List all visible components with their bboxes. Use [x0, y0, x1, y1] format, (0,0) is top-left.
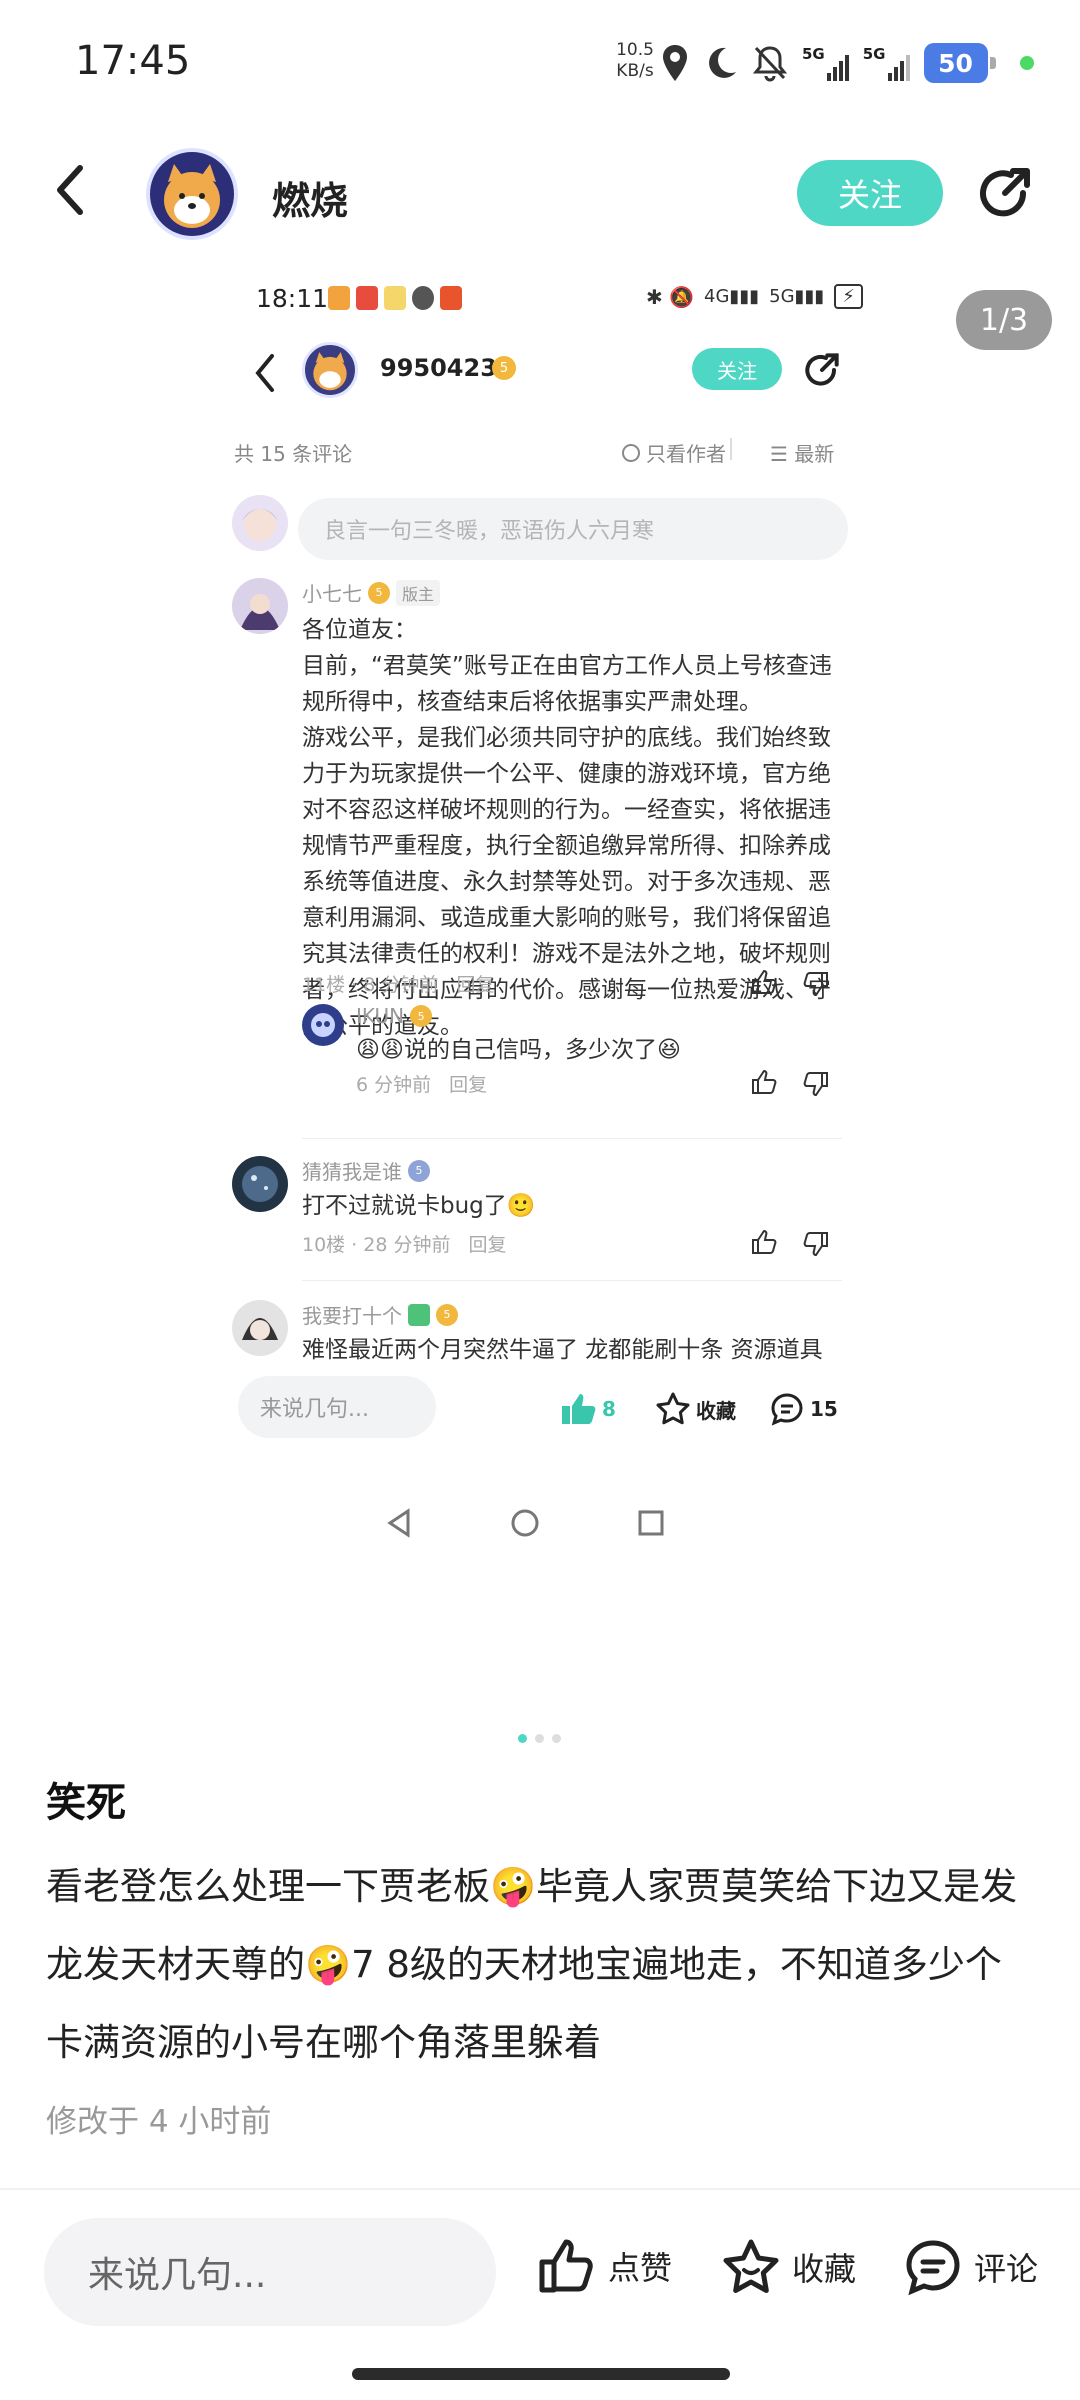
- post-image[interactable]: 18:11 ✱ 🔕 4G▮▮▮ 5G▮▮▮ ⚡ 9950423 5 关注 共 15 条…: [210, 270, 870, 1730]
- anime-avatar-icon: [242, 509, 278, 541]
- home-indicator[interactable]: [352, 2368, 730, 2380]
- inner-likes: 8: [560, 1392, 616, 1426]
- reply-text: 😩😩说的自己信吗，多少次了😆: [356, 1037, 681, 1063]
- thumbs-up-icon: [752, 1069, 777, 1094]
- dot: [535, 1734, 544, 1743]
- thumbs-up-filled-icon: [562, 1394, 596, 1424]
- anime-avatar-icon: [240, 594, 280, 630]
- robot-avatar-icon: [311, 1013, 335, 1037]
- comment-meta: 11楼 · 8 分钟前 回复: [302, 974, 495, 996]
- nav-home-icon: [511, 1509, 539, 1537]
- inner-comment-input: 良言一句三冬暖，恶语伤人六月寒: [298, 498, 848, 560]
- comment-input[interactable]: 来说几句...: [44, 2218, 496, 2326]
- inner-author-name: 9950423: [380, 354, 497, 382]
- status-icons: 5G 5G 50: [660, 38, 1034, 88]
- back-arrow-icon[interactable]: [50, 160, 90, 220]
- status-time: 17:45: [75, 38, 191, 84]
- thumbs-down-icon: [803, 972, 828, 997]
- inner-my-avatar: [232, 495, 288, 551]
- sort-icon: ☰: [770, 442, 795, 466]
- comment-author: 我要打十个 5: [302, 1300, 458, 1329]
- inner-comments: 15: [770, 1392, 838, 1426]
- mute-bell-icon: [752, 46, 788, 82]
- inner-sort-latest: ☰ 最新: [770, 442, 835, 466]
- share-icon[interactable]: [975, 163, 1035, 223]
- comment-author: 小七七 5 版主: [302, 578, 441, 607]
- post-title: 笑死: [46, 1780, 126, 1826]
- level-badge: 5: [408, 1159, 430, 1182]
- inner-nav-bar: [384, 1508, 666, 1538]
- author-avatar[interactable]: [146, 148, 238, 240]
- thumbs-up-icon: [752, 969, 777, 994]
- dot: [552, 1734, 561, 1743]
- bottom-divider: [0, 2188, 1080, 2190]
- inner-back-icon: [255, 354, 274, 392]
- inner-filter-author: 只看作者: [622, 438, 726, 467]
- moderator-tag: 版主: [396, 579, 441, 606]
- comment-divider: [302, 1138, 842, 1139]
- dot-active: [518, 1734, 527, 1743]
- comment-avatar: [232, 1300, 288, 1356]
- inner-fav: 收藏: [656, 1392, 736, 1426]
- favorite-button[interactable]: 收藏: [722, 2238, 856, 2296]
- inner-status-time: 18:11: [256, 284, 329, 313]
- image-pager: 1/3: [956, 290, 1052, 350]
- status-dot: [1019, 56, 1034, 70]
- thumbs-up-icon: [539, 2239, 593, 2293]
- badge-icon: [408, 1303, 430, 1326]
- shiba-avatar-icon: [164, 164, 220, 228]
- nav-recent-icon: [638, 1510, 664, 1536]
- inner-level-badge: 5: [492, 356, 516, 380]
- inner-status-right: ✱ 🔕 4G▮▮▮ 5G▮▮▮ ⚡: [646, 284, 863, 309]
- comment-meta: 10楼 · 28 分钟前 回复: [302, 1234, 507, 1256]
- like-button[interactable]: 点赞: [538, 2238, 672, 2294]
- person-avatar-icon: [242, 1318, 278, 1340]
- galaxy-avatar-icon: [242, 1166, 278, 1202]
- comment-avatar: [232, 578, 288, 634]
- inner-comment-total: 共 15 条评论: [234, 442, 353, 466]
- moon-icon: [709, 47, 736, 78]
- reply-meta: 6 分钟前 回复: [356, 1074, 488, 1096]
- inner-follow-button: 关注: [692, 348, 782, 390]
- shiba-avatar-icon: [313, 352, 347, 391]
- comment-avatar: [232, 1156, 288, 1212]
- comment-bubble-icon: [771, 1393, 803, 1426]
- signal-1: 5G: [802, 45, 849, 81]
- network-speed-value: 10.5: [616, 40, 654, 60]
- location-icon: [663, 45, 687, 81]
- comment-author: 猜猜我是谁 5: [302, 1156, 430, 1185]
- comment-bubble-icon: [906, 2240, 960, 2296]
- image-dots: [518, 1734, 561, 1743]
- thumbs-down-icon: [803, 1072, 828, 1097]
- network-speed-unit: KB/s: [616, 61, 654, 81]
- post-body: 看老登怎么处理一下贾老板🤪毕竟人家贾莫笑给下边又是发龙发天材天尊的🤪7 8级的天…: [46, 1865, 1018, 2064]
- inner-share-icon: [805, 353, 839, 386]
- post-edited-time: 修改于 4 小时前: [46, 2104, 272, 2140]
- comment-text: 打不过就说卡bug了🙂: [302, 1193, 536, 1219]
- signal-2: 5G: [863, 45, 910, 81]
- author-name[interactable]: 燃烧: [272, 170, 348, 225]
- nav-back-icon: [387, 1508, 410, 1538]
- inner-status-app-icons: [328, 286, 462, 310]
- follow-button[interactable]: 关注: [797, 160, 943, 226]
- battery-icon: 50: [923, 43, 996, 83]
- reply-author: IKUN 5: [356, 1004, 433, 1028]
- level-badge: 5: [410, 1005, 433, 1027]
- level-badge: 5: [368, 581, 390, 604]
- comment-divider: [302, 1280, 842, 1281]
- inner-author-avatar: [302, 342, 358, 398]
- reply-avatar: [302, 1004, 344, 1046]
- level-badge: 5: [436, 1303, 458, 1326]
- inner-bottom-input: 来说几句...: [238, 1376, 436, 1438]
- comment-button[interactable]: 评论: [904, 2238, 1038, 2296]
- network-speed: 10.5 KB/s: [610, 40, 660, 82]
- star-icon: [723, 2239, 779, 2293]
- thumbs-up-icon: [752, 1229, 777, 1254]
- inner-divider: [730, 438, 732, 460]
- star-icon: [656, 1392, 690, 1425]
- thumbs-down-icon: [803, 1232, 828, 1257]
